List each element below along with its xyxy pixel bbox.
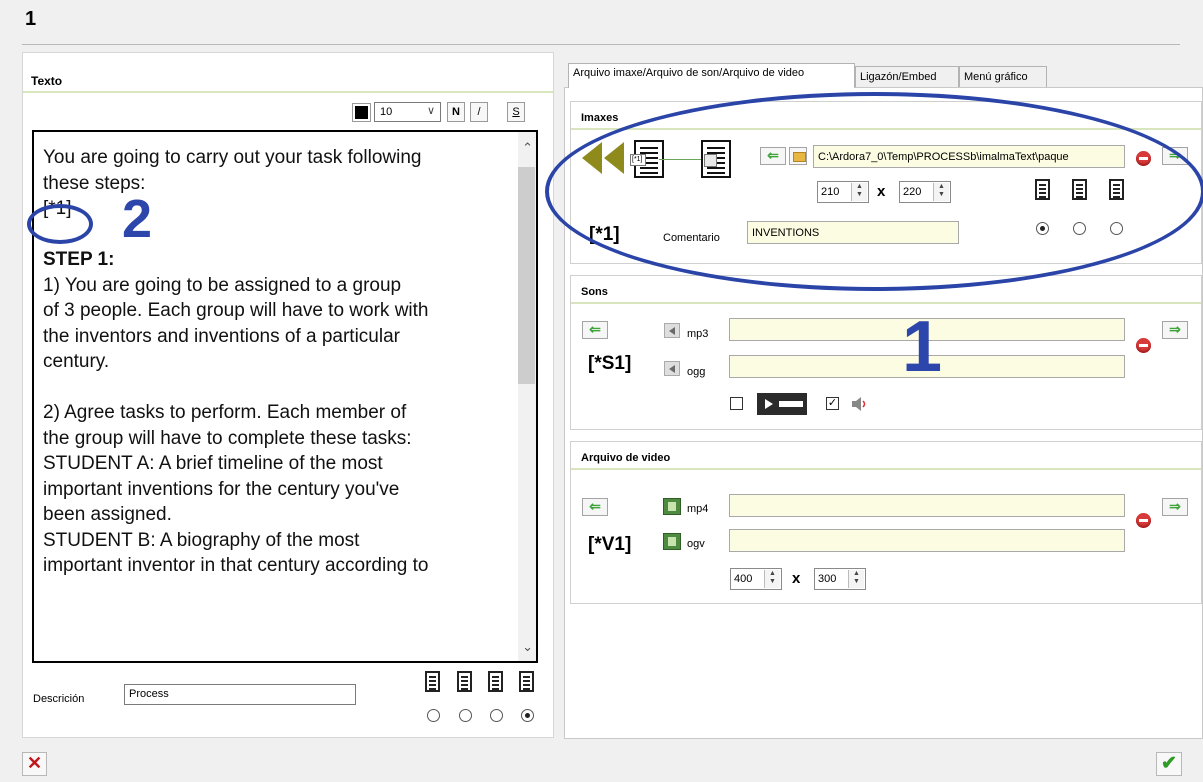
window-title: 1	[25, 8, 37, 30]
description-input[interactable]: Process	[124, 684, 356, 705]
text-line: these steps:	[43, 172, 146, 194]
align-left-radio[interactable]	[427, 709, 440, 722]
volume-icon	[852, 397, 866, 411]
text-line: important inventions for the century you…	[43, 478, 400, 500]
font-size-value: 10	[380, 106, 393, 118]
description-label: Descrición	[33, 693, 85, 705]
video-width-spinner[interactable]: 400 ▲ ▼	[730, 568, 782, 590]
sounds-section: Sons ⇐ mp3 ogg ⇒ [*S1] ✓	[570, 275, 1202, 430]
align-center-radio[interactable]	[459, 709, 472, 722]
align-full-radio[interactable]	[521, 709, 534, 722]
speaker-icon[interactable]	[664, 323, 680, 338]
underline-button[interactable]: S	[507, 102, 525, 122]
remove-icon[interactable]	[1136, 338, 1151, 353]
italic-button[interactable]: /	[470, 102, 488, 122]
mp4-field[interactable]	[729, 494, 1125, 517]
spinner-arrows-icon[interactable]: ▲ ▼	[848, 570, 864, 588]
annotation-oval-small	[27, 204, 93, 244]
text-line: You are going to carry out your task fol…	[43, 147, 422, 168]
mp3-label: mp3	[687, 328, 709, 340]
bold-button[interactable]: N	[447, 102, 465, 122]
sound-tag: [*S1]	[588, 353, 632, 374]
scroll-up-icon[interactable]: ⌃	[522, 140, 533, 156]
left-arrow-button[interactable]: ⇐	[582, 321, 608, 339]
times-sign: x	[792, 570, 801, 587]
annotation-oval-large	[545, 92, 1203, 291]
right-arrow-button[interactable]: ⇒	[1162, 321, 1188, 339]
title-divider	[22, 44, 1180, 45]
annotation-number-2: 2	[122, 189, 153, 249]
align-justify-icon	[488, 671, 503, 692]
ogv-field[interactable]	[729, 529, 1125, 552]
editor-content: You are going to carry out your task fol…	[43, 145, 513, 579]
ogv-label: ogv	[687, 538, 705, 550]
mp4-label: mp4	[687, 503, 709, 515]
show-player-checkbox[interactable]: ✓	[826, 397, 839, 410]
chevron-down-icon: ∨	[426, 105, 435, 117]
cancel-button[interactable]: ✕	[22, 752, 47, 776]
video-section-title: Arquivo de video	[571, 442, 1201, 470]
tab-media-files[interactable]: Arquivo imaxe/Arquivo de son/Arquivo de …	[568, 63, 855, 88]
video-width-value: 400	[734, 573, 753, 585]
text-line: the group will have to complete these ta…	[43, 427, 412, 449]
scroll-down-icon[interactable]: ⌄	[522, 639, 533, 655]
font-size-select[interactable]: 10 ∨	[374, 102, 441, 122]
video-tag: [*V1]	[588, 534, 632, 555]
ogg-label: ogg	[687, 366, 706, 378]
video-section: Arquivo de video ⇐ mp4 ogv ⇒ [*V1] 400 ▲…	[570, 441, 1202, 604]
align-center-icon	[457, 671, 472, 692]
text-panel-header: Texto	[23, 66, 553, 93]
film-icon[interactable]	[663, 498, 681, 515]
film-icon[interactable]	[663, 533, 681, 550]
text-line: century.	[43, 351, 110, 372]
text-line: the inventors and inventions of a partic…	[43, 325, 400, 347]
align-justify-radio[interactable]	[490, 709, 503, 722]
text-line: important inventor in that century accor…	[43, 555, 429, 576]
accept-button[interactable]: ✔	[1156, 752, 1182, 776]
scrollbar-thumb[interactable]	[518, 167, 535, 384]
text-line: 2) Agree tasks to perform. Each member o…	[43, 402, 407, 423]
text-line: [*1]	[43, 198, 72, 219]
annotation-number-1: 1	[902, 307, 943, 387]
text-line: of 3 people. Each group will have to wor…	[43, 300, 429, 321]
text-panel: Texto 10 ∨ N / S You are going to carry …	[22, 52, 554, 738]
align-full-icon	[519, 671, 534, 692]
text-line: STUDENT B: A biography of the most	[43, 529, 360, 551]
speaker-icon[interactable]	[664, 361, 680, 376]
rich-text-editor[interactable]: You are going to carry out your task fol…	[32, 130, 538, 663]
font-color-swatch[interactable]	[352, 103, 371, 122]
remove-icon[interactable]	[1136, 513, 1151, 528]
text-line: STEP 1:	[43, 249, 115, 270]
autoplay-checkbox[interactable]	[730, 397, 743, 410]
tab-link-embed[interactable]: Ligazón/Embed	[855, 66, 959, 88]
spinner-arrows-icon[interactable]: ▲ ▼	[764, 570, 780, 588]
player-bar-icon	[757, 393, 807, 415]
text-line: been assigned.	[43, 504, 172, 525]
align-left-icon	[425, 671, 440, 692]
video-height-value: 300	[818, 573, 837, 585]
right-arrow-button[interactable]: ⇒	[1162, 498, 1188, 516]
video-height-spinner[interactable]: 300 ▲ ▼	[814, 568, 866, 590]
left-arrow-button[interactable]: ⇐	[582, 498, 608, 516]
text-line: 1) You are going to be assigned to a gro…	[43, 274, 402, 296]
text-line: STUDENT A: A brief timeline of the most	[43, 453, 383, 474]
tab-graphic-menu[interactable]: Menú gráfico	[959, 66, 1047, 88]
